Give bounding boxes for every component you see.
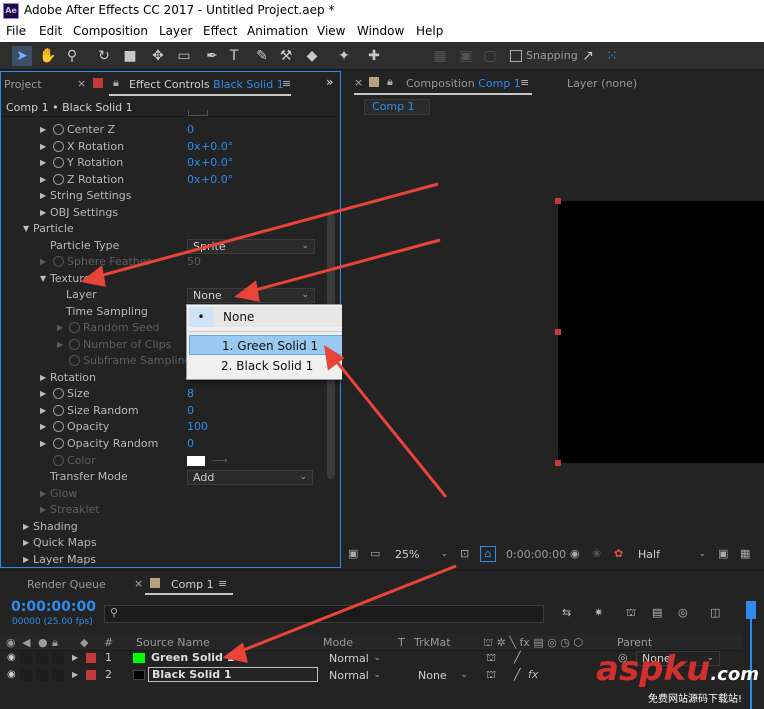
watermark-logo: aspku.com bbox=[596, 649, 759, 689]
arrow-to-texture bbox=[91, 182, 439, 280]
arrow-head bbox=[80, 265, 106, 287]
arrow-to-layer-dropdown bbox=[247, 238, 441, 294]
watermark-tagline: 免费网站源码下载站! bbox=[648, 694, 743, 705]
app-window: Ae Adobe After Effects CC 2017 - Untitle… bbox=[0, 0, 764, 709]
arrow-to-green-solid-layer bbox=[235, 564, 457, 655]
tutorial-arrows bbox=[80, 182, 457, 663]
watermark-tld: .com bbox=[710, 664, 759, 685]
arrow-head bbox=[222, 642, 249, 663]
watermark: aspku.com 免费网站源码下载站! bbox=[596, 652, 764, 709]
arrow-to-green-solid-option bbox=[331, 356, 448, 498]
arrow-head bbox=[234, 280, 260, 302]
